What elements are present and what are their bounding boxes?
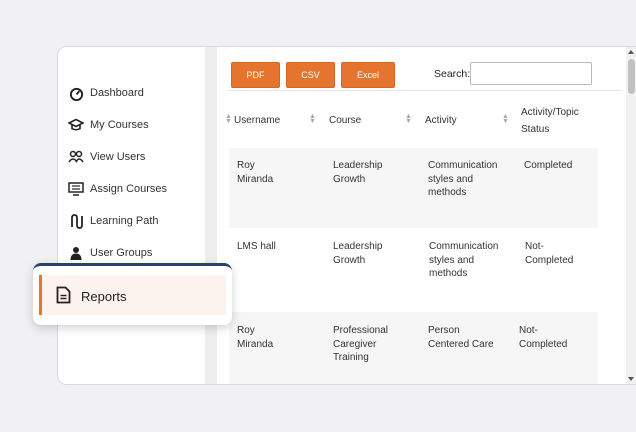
sidebar-item-dashboard[interactable]: Dashboard: [68, 83, 144, 103]
sidebar-item-label: Learning Path: [90, 215, 159, 227]
search-input[interactable]: [470, 62, 592, 85]
cell-username: Roy Miranda: [237, 325, 274, 350]
sidebar-item-label: My Courses: [90, 119, 149, 131]
sidebar-item-reports[interactable]: Reports: [33, 263, 232, 325]
column-header-activity[interactable]: Activity: [425, 115, 457, 126]
column-header-status[interactable]: Status: [521, 124, 549, 135]
sidebar-item-learning-path[interactable]: Learning Path: [68, 211, 159, 231]
cell-course: Leadership Growth: [333, 160, 383, 185]
pdf-button[interactable]: PDF: [231, 62, 280, 88]
column-header-username[interactable]: Username: [234, 115, 280, 126]
table-row: LMS hall Leadership Growth Communication s…: [229, 228, 598, 312]
sidebar-item-label: Dashboard: [90, 87, 144, 99]
sidebar-item-assign-courses[interactable]: Assign Courses: [68, 179, 167, 199]
cell-status: Completed: [524, 160, 573, 171]
document-icon: [56, 286, 71, 309]
sidebar-item-label: Reports: [81, 289, 127, 304]
screen-list-icon: [68, 181, 84, 197]
table-row: Roy Miranda Professional Caregiver Training…: [229, 312, 598, 384]
cell-status: Not- Completed: [525, 241, 574, 266]
table-row: Roy Miranda Leadership Growth Communicatio…: [229, 148, 598, 228]
sidebar-item-label: Assign Courses: [90, 183, 168, 195]
sort-icon[interactable]: ▲ ▼: [309, 113, 316, 125]
scroll-down-icon[interactable]: [628, 377, 634, 381]
reports-panel: PDF CSV Excel Search: ▲ ▼ Username ▲ ▼ Cou…: [217, 47, 636, 384]
sidebar-divider: [205, 47, 217, 384]
column-header-activity-topic[interactable]: Activity/Topic: [521, 107, 579, 118]
table-header-border: [227, 90, 622, 91]
vertical-scrollbar[interactable]: [626, 47, 636, 384]
sort-icon[interactable]: ▲ ▼: [405, 113, 412, 125]
user-icon: [68, 245, 84, 261]
scroll-up-icon[interactable]: [628, 50, 634, 54]
sidebar-item-my-courses[interactable]: My Courses: [68, 115, 149, 135]
search-label: Search:: [434, 68, 471, 80]
sidebar: Dashboard My Courses View Users Assign C…: [58, 47, 205, 384]
cell-status: Not- Completed: [519, 325, 568, 350]
graduation-cap-icon: [68, 117, 84, 133]
sidebar-item-view-users[interactable]: View Users: [68, 147, 145, 167]
excel-button[interactable]: Excel: [341, 62, 395, 88]
column-header-course[interactable]: Course: [329, 115, 361, 126]
cell-course: Professional Caregiver Training: [333, 325, 389, 363]
cell-username: LMS hall: [237, 241, 276, 252]
csv-button[interactable]: CSV: [286, 62, 335, 88]
sort-icon[interactable]: ▲ ▼: [502, 113, 509, 125]
active-indicator: [39, 275, 42, 315]
speedometer-icon: [68, 85, 84, 101]
path-icon: [68, 213, 84, 229]
sort-icon[interactable]: ▲ ▼: [225, 113, 232, 125]
cell-activity: Person Centered Care: [428, 325, 494, 350]
cell-username: Roy Miranda: [237, 160, 274, 185]
cell-activity: Communication styles and methods: [429, 241, 499, 279]
sidebar-item-label: View Users: [90, 151, 146, 163]
sidebar-item-label: User Groups: [90, 247, 153, 259]
users-icon: [68, 149, 84, 165]
scroll-thumb[interactable]: [628, 59, 635, 94]
sidebar-item-user-groups[interactable]: User Groups: [68, 243, 152, 263]
cell-activity: Communication styles and methods: [428, 160, 498, 198]
reports-highlight: Reports: [39, 275, 226, 315]
cell-course: Leadership Growth: [333, 241, 383, 266]
app-window: Dashboard My Courses View Users Assign C…: [57, 46, 636, 385]
